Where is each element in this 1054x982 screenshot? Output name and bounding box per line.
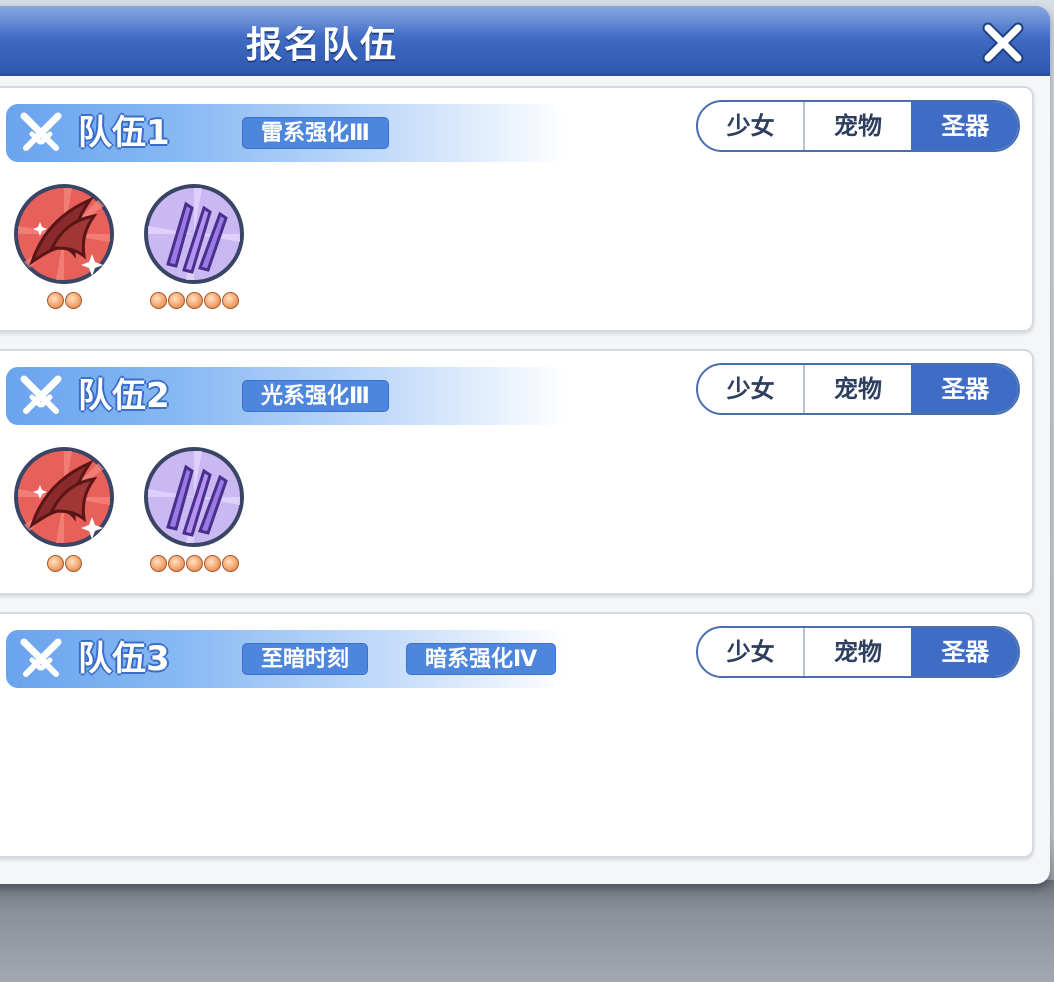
buff-tag[interactable]: 至暗时刻 bbox=[242, 643, 369, 675]
background-scene bbox=[0, 880, 1054, 982]
team-panel-2: 队伍2 光系强化Ⅲ 少女 宠物 圣器 bbox=[0, 349, 1034, 595]
tab-pet[interactable]: 宠物 bbox=[803, 102, 910, 150]
buff-tag[interactable]: 雷系强化Ⅲ bbox=[242, 117, 389, 149]
star-icon bbox=[167, 292, 185, 309]
relic-slot[interactable] bbox=[142, 445, 246, 585]
purple-blades-relic-icon bbox=[144, 184, 244, 284]
crossed-swords-icon bbox=[20, 375, 62, 414]
tab-pet[interactable]: 宠物 bbox=[803, 365, 910, 413]
star-icon bbox=[185, 292, 203, 309]
dialog-title: 报名队伍 bbox=[246, 25, 399, 66]
team-panel-3: 队伍3 至暗时刻 暗系强化Ⅳ 少女 宠物 圣器 bbox=[0, 612, 1034, 858]
star-icon bbox=[46, 555, 64, 572]
close-button[interactable] bbox=[980, 20, 1026, 66]
star-icon bbox=[149, 555, 167, 572]
close-icon bbox=[982, 22, 1024, 64]
star-icon bbox=[64, 555, 82, 572]
tab-relic[interactable]: 圣器 bbox=[910, 102, 1018, 150]
crossed-swords-icon bbox=[20, 638, 62, 677]
crossed-swords-icon bbox=[20, 112, 62, 151]
team-name: 队伍3 bbox=[78, 639, 170, 679]
team-header: 队伍1 雷系强化Ⅲ bbox=[6, 104, 566, 162]
tab-girl[interactable]: 少女 bbox=[698, 365, 803, 413]
star-rating bbox=[12, 292, 116, 312]
red-claw-relic-icon bbox=[14, 184, 114, 284]
star-icon bbox=[203, 555, 221, 572]
buff-tag[interactable]: 光系强化Ⅲ bbox=[242, 380, 389, 412]
team-name: 队伍2 bbox=[78, 376, 170, 416]
red-claw-relic-icon bbox=[14, 447, 114, 547]
team-header: 队伍2 光系强化Ⅲ bbox=[6, 367, 566, 425]
tab-girl[interactable]: 少女 bbox=[698, 628, 803, 676]
tab-relic[interactable]: 圣器 bbox=[910, 628, 1018, 676]
tab-pet[interactable]: 宠物 bbox=[803, 628, 910, 676]
star-rating bbox=[142, 292, 246, 312]
star-icon bbox=[167, 555, 185, 572]
tab-girl[interactable]: 少女 bbox=[698, 102, 803, 150]
team-header: 队伍3 至暗时刻 暗系强化Ⅳ bbox=[6, 630, 566, 688]
team-panel-1: 队伍1 雷系强化Ⅲ 少女 宠物 圣器 bbox=[0, 86, 1034, 332]
star-rating bbox=[142, 555, 246, 575]
star-icon bbox=[46, 292, 64, 309]
star-icon bbox=[64, 292, 82, 309]
team-name: 队伍1 bbox=[78, 113, 170, 153]
team-category-tabs: 少女 宠物 圣器 bbox=[696, 100, 1020, 152]
relic-slot[interactable] bbox=[12, 445, 116, 585]
team-category-tabs: 少女 宠物 圣器 bbox=[696, 363, 1020, 415]
team-registration-dialog: 报名队伍 队伍1 雷系强化Ⅲ 少女 宠物 圣器 队伍2 光系强化Ⅲ 少女 宠物 … bbox=[0, 6, 1050, 884]
dialog-titlebar: 报名队伍 bbox=[0, 6, 1050, 76]
relic-slot[interactable] bbox=[142, 182, 246, 322]
buff-tag[interactable]: 暗系强化Ⅳ bbox=[406, 643, 557, 675]
star-icon bbox=[221, 292, 239, 309]
purple-blades-relic-icon bbox=[144, 447, 244, 547]
star-icon bbox=[203, 292, 221, 309]
star-icon bbox=[221, 555, 239, 572]
tab-relic[interactable]: 圣器 bbox=[910, 365, 1018, 413]
team-category-tabs: 少女 宠物 圣器 bbox=[696, 626, 1020, 678]
relic-slot[interactable] bbox=[12, 182, 116, 322]
star-icon bbox=[185, 555, 203, 572]
star-icon bbox=[149, 292, 167, 309]
star-rating bbox=[12, 555, 116, 575]
